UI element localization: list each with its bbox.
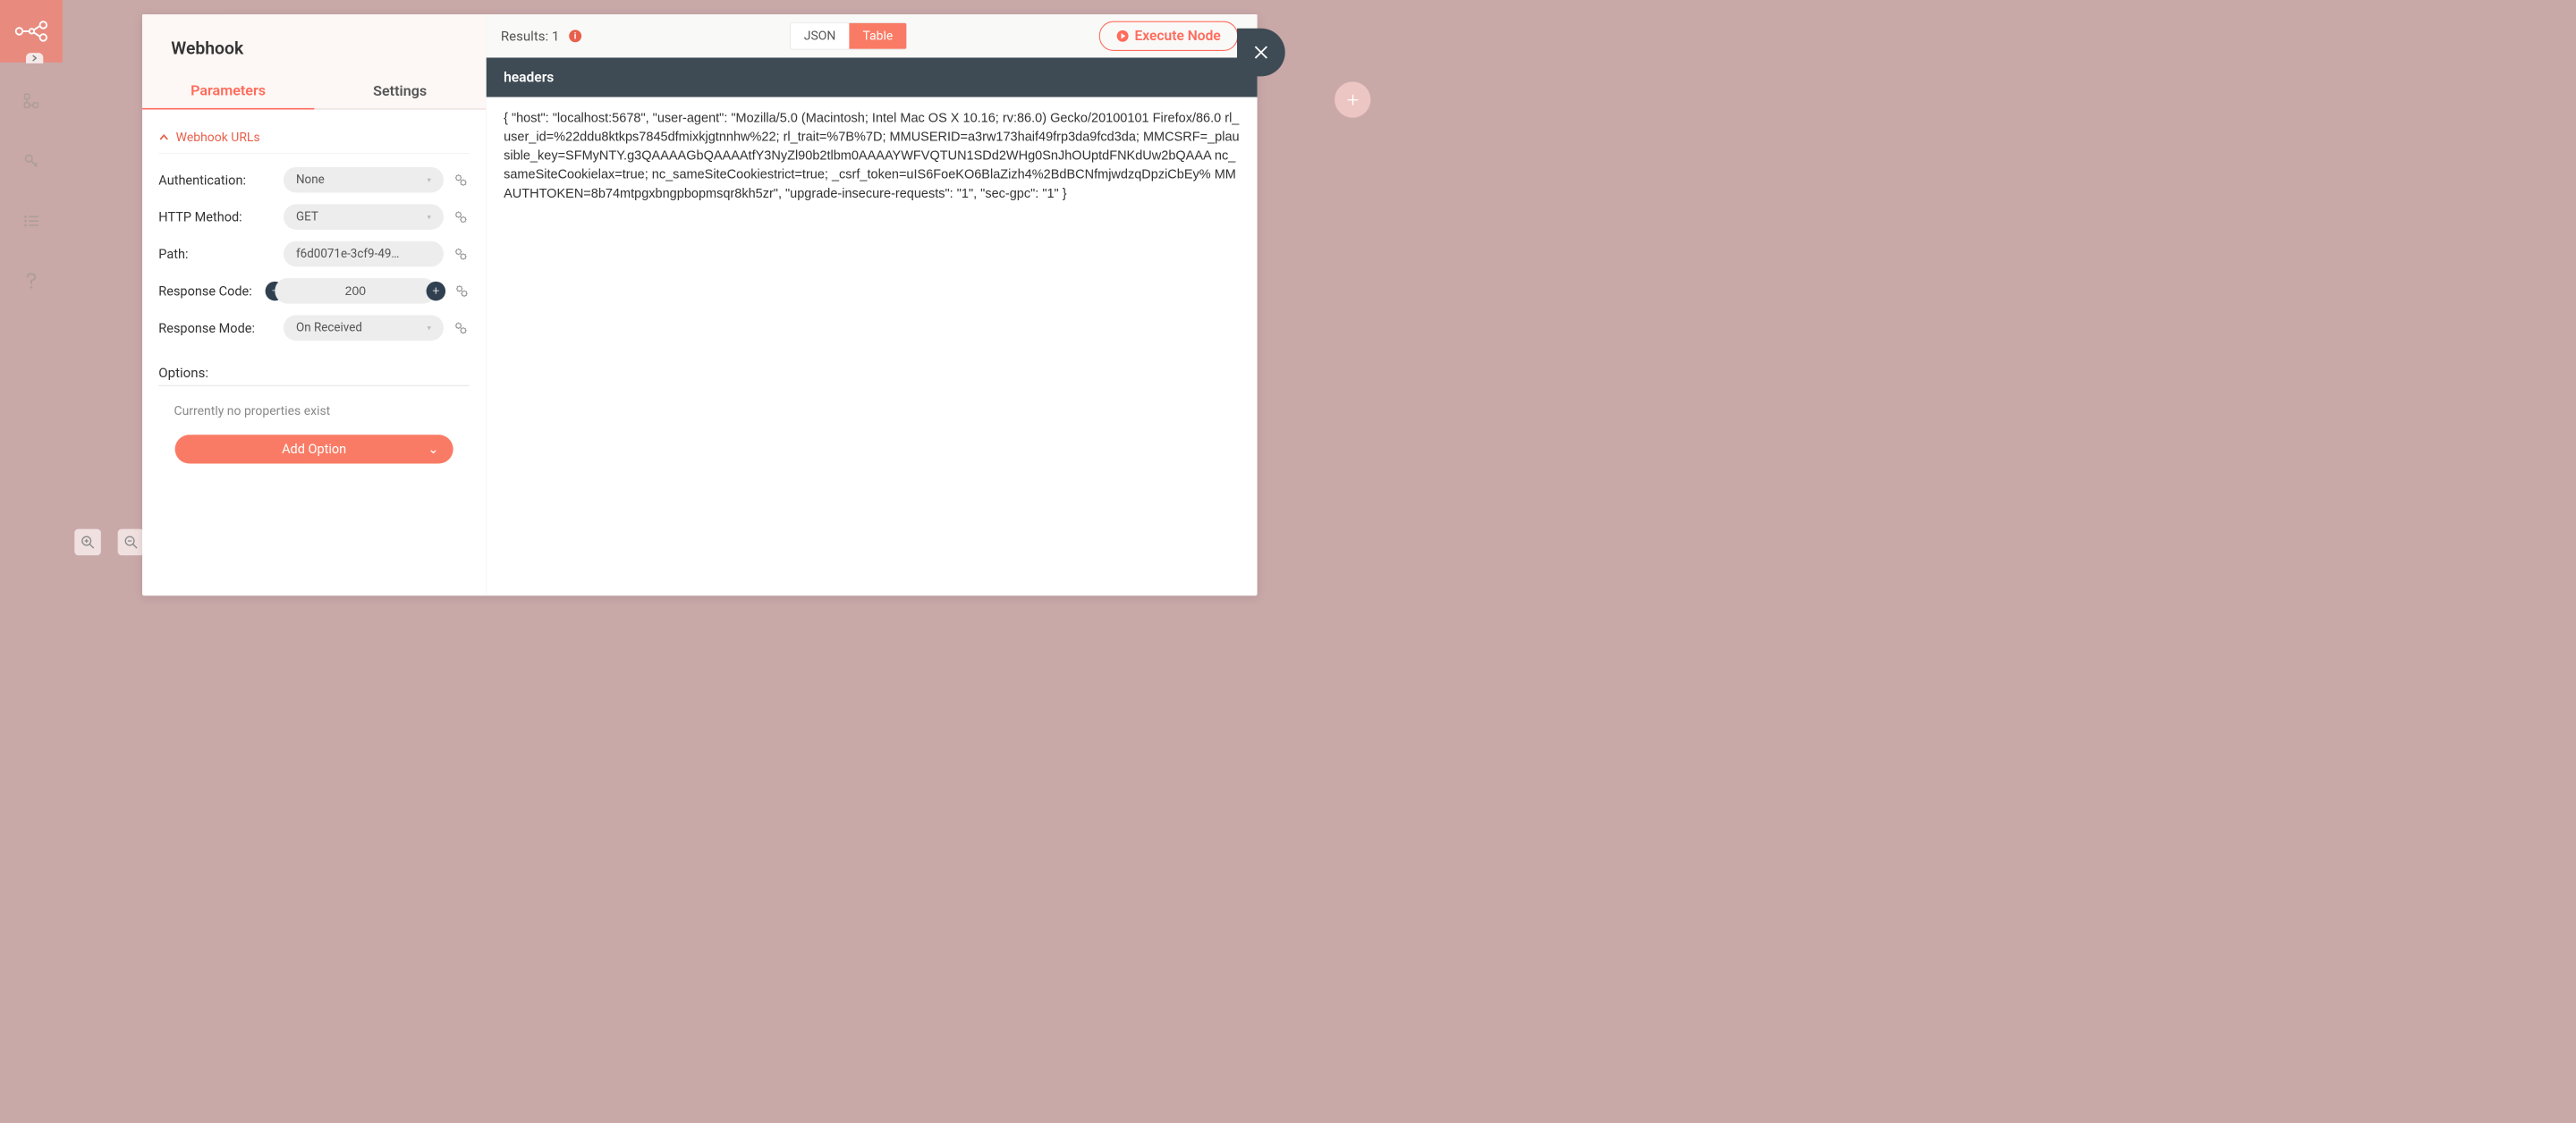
results-count: Results: 1 — [501, 28, 559, 44]
gear-icon — [454, 283, 470, 299]
options-empty-text: Currently no properties exist — [158, 393, 470, 429]
zoom-out-icon — [123, 535, 139, 550]
gear-icon — [453, 173, 469, 188]
n8n-logo-icon — [14, 19, 48, 43]
close-icon — [1251, 43, 1270, 62]
path-row: Path: f6d0071e-3cf9-49… — [158, 241, 470, 266]
path-input[interactable]: f6d0071e-3cf9-49… — [284, 241, 444, 266]
gear-icon — [453, 320, 469, 335]
plus-icon — [1344, 91, 1360, 107]
sidebar-nav — [0, 63, 63, 291]
authentication-label: Authentication: — [158, 173, 284, 188]
question-icon — [25, 273, 37, 289]
response-mode-options[interactable] — [453, 319, 470, 336]
key-icon — [23, 153, 38, 168]
http-method-options[interactable] — [453, 208, 470, 225]
gear-icon — [453, 209, 469, 224]
results-panel: Results: 1 i JSON Table Execute Node hea… — [487, 14, 1258, 595]
sidebar-credentials-icon[interactable] — [21, 151, 40, 170]
response-code-options[interactable] — [454, 283, 470, 300]
http-method-row: HTTP Method: GET ▾ — [158, 204, 470, 229]
gear-icon — [453, 246, 469, 261]
panel-tabs: Parameters Settings — [142, 73, 486, 110]
view-json-button[interactable]: JSON — [791, 23, 850, 49]
zoom-in-icon — [80, 535, 95, 550]
node-title: Webhook — [171, 38, 457, 59]
info-icon[interactable]: i — [569, 30, 581, 42]
execute-node-button[interactable]: Execute Node — [1099, 21, 1238, 51]
node-editor-modal: Webhook Parameters Settings Webhook URLs… — [142, 14, 1258, 595]
chevron-down-icon: ⌄ — [428, 442, 438, 457]
webhook-urls-section[interactable]: Webhook URLs — [158, 126, 470, 154]
tab-parameters[interactable]: Parameters — [142, 73, 314, 110]
response-mode-label: Response Mode: — [158, 320, 284, 335]
close-button[interactable] — [1237, 29, 1285, 77]
sidebar-help-icon[interactable] — [21, 272, 40, 291]
section-label: Webhook URLs — [176, 131, 260, 145]
play-icon — [1116, 30, 1129, 42]
sidebar-expand-button[interactable] — [26, 53, 43, 63]
parameters-panel: Webhook Parameters Settings Webhook URLs… — [142, 14, 487, 595]
zoom-out-button[interactable] — [118, 529, 145, 556]
response-code-stepper: − + — [266, 278, 445, 303]
add-node-button[interactable] — [1335, 81, 1370, 117]
response-code-row: Response Code: − + — [158, 278, 470, 303]
sidebar-executions-icon[interactable] — [21, 211, 40, 230]
tab-settings[interactable]: Settings — [314, 73, 486, 110]
column-header: headers — [487, 57, 1258, 97]
path-label: Path: — [158, 246, 284, 261]
chevron-down-icon: ▾ — [428, 212, 431, 221]
zoom-controls — [74, 529, 144, 556]
list-icon — [23, 214, 39, 228]
app-sidebar — [0, 0, 63, 604]
http-method-label: HTTP Method: — [158, 209, 284, 224]
path-options[interactable] — [453, 245, 470, 262]
view-toggle: JSON Table — [790, 22, 907, 49]
http-method-select[interactable]: GET ▾ — [284, 204, 444, 229]
result-data-cell: { "host": "localhost:5678", "user-agent"… — [487, 97, 1258, 215]
response-code-label: Response Code: — [158, 283, 265, 299]
options-header: Options: — [158, 365, 470, 386]
authentication-row: Authentication: None ▾ — [158, 167, 470, 192]
add-option-button[interactable]: Add Option ⌄ — [175, 435, 453, 463]
chevron-down-icon: ▾ — [428, 324, 431, 333]
chevron-down-icon: ▾ — [428, 175, 431, 184]
response-mode-row: Response Mode: On Received ▾ — [158, 315, 470, 340]
authentication-select[interactable]: None ▾ — [284, 167, 444, 192]
response-code-input[interactable] — [275, 278, 436, 303]
increment-button[interactable]: + — [427, 282, 445, 300]
zoom-in-button[interactable] — [74, 529, 101, 556]
results-header: Results: 1 i JSON Table Execute Node — [487, 14, 1258, 57]
app-logo[interactable] — [0, 0, 63, 63]
sidebar-workflow-icon[interactable] — [21, 91, 40, 110]
view-table-button[interactable]: Table — [849, 23, 906, 49]
chevron-up-icon — [158, 132, 169, 143]
authentication-options[interactable] — [453, 172, 470, 189]
response-mode-select[interactable]: On Received ▾ — [284, 315, 444, 340]
chevron-right-icon — [30, 55, 38, 62]
